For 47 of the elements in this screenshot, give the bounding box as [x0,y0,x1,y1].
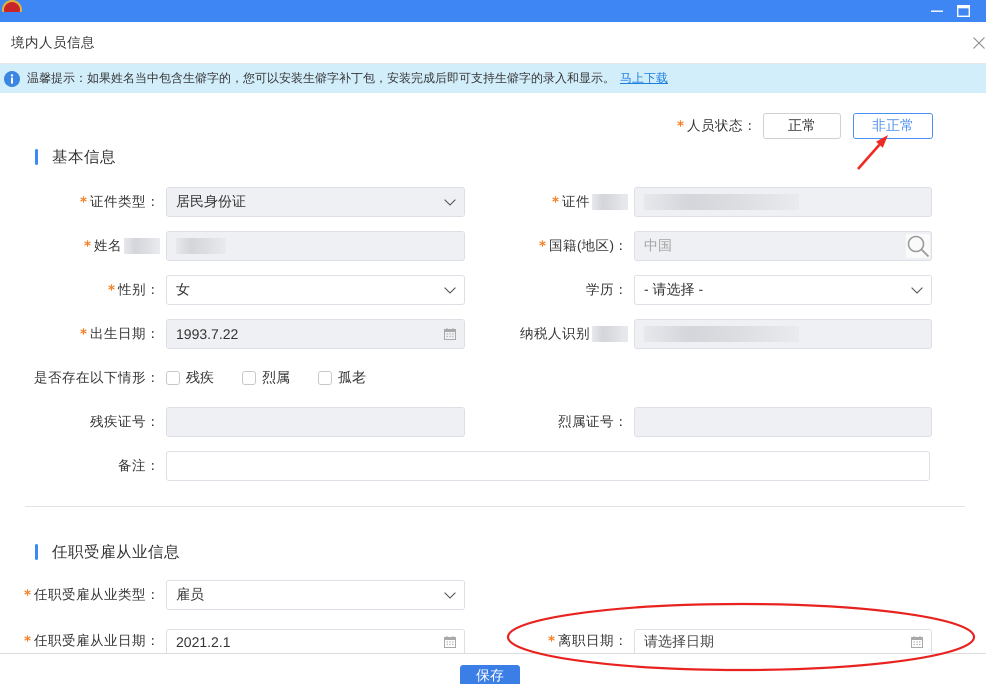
field-label: 姓名 [94,237,122,255]
field-label: 备注： [118,457,160,475]
select-field[interactable]: 女 [166,275,465,305]
select-field[interactable]: - 请选择 - [634,275,932,305]
field-label: 性别： [118,281,160,299]
field-label: 纳税人识别 [520,325,590,343]
select-field[interactable]: 雇员 [166,580,465,610]
field-label: 是否存在以下情形： [34,369,160,387]
remark-field[interactable] [166,451,930,481]
notice-text: 温馨提示：如果姓名当中包含生僻字的，您可以安装生僻字补丁包，安装完成后即可支持生僻字的录入和显示。 [27,70,615,87]
field-label: 国籍(地区)： [549,237,628,255]
dialog-title: 境内人员信息 [11,34,95,52]
calendar-icon [444,636,456,648]
field-label: 证件类型： [90,193,160,211]
section-title: 任职受雇从业信息 [52,542,180,562]
calendar-icon [911,636,923,648]
field-label: 证件 [562,193,590,211]
section-marker-icon [35,149,38,165]
checkbox[interactable] [166,371,180,385]
field-label: 任职受雇从业日期： [34,632,160,650]
field-label: 残疾证号： [90,413,160,431]
section-marker-icon [35,544,38,560]
date-field[interactable]: 2021.2.1 [166,629,465,653]
emblem-icon [2,0,22,12]
checkbox[interactable] [242,371,256,385]
status-option-button[interactable]: 正常 [763,113,841,139]
date-field[interactable]: 请选择日期 [634,629,932,653]
chevron-down-icon [444,198,456,206]
maximize-icon[interactable] [957,5,970,17]
close-icon[interactable] [973,36,985,48]
field-label: 烈属证号： [558,413,628,431]
field-label: 学历： [586,281,628,299]
checkbox-option[interactable]: 烈属 [242,363,290,393]
chevron-down-icon [444,592,456,598]
field-label: 任职受雇从业类型： [34,586,160,604]
field-label: 出生日期： [90,325,160,343]
chevron-down-icon [444,286,456,294]
chevron-down-icon [911,286,923,294]
field-label: 人员状态： [687,117,757,135]
checkbox-option[interactable]: 孤老 [318,363,366,393]
field-label: 离职日期： [558,632,628,650]
checkbox[interactable] [318,371,332,385]
checkbox-option[interactable]: 残疾 [166,363,214,393]
section-title: 基本信息 [52,148,116,168]
save-button[interactable]: 保存 [460,665,520,684]
calendar-icon [444,328,456,340]
info-icon [4,70,20,86]
